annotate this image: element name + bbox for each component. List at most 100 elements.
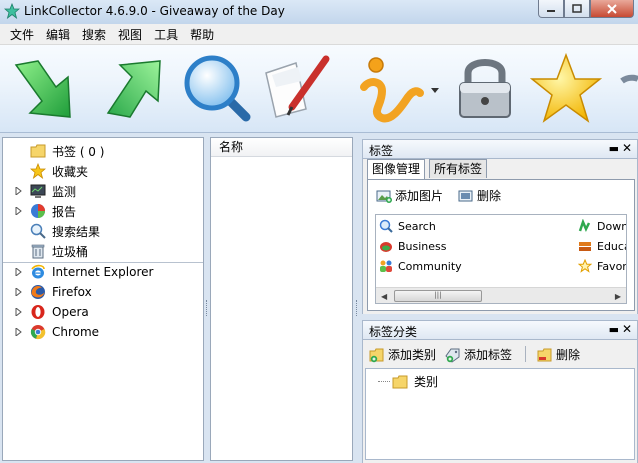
tag-item-education[interactable]: Educa	[578, 239, 626, 253]
tree-item-chrome[interactable]: Chrome	[3, 322, 203, 342]
tree-item-firefox[interactable]: Firefox	[3, 282, 203, 302]
delete-category-label: 删除	[556, 348, 581, 362]
tree-item-label: 监测	[52, 184, 77, 199]
star-outline-icon	[578, 259, 592, 273]
ie-icon	[31, 264, 45, 279]
add-image-button[interactable]: 添加图片	[376, 187, 443, 204]
refresh-icon[interactable]	[612, 51, 638, 127]
delete-image-icon	[458, 190, 473, 201]
tags-panel-title: 标签	[369, 144, 394, 158]
folder-icon	[392, 375, 408, 388]
pie-chart-icon	[31, 204, 45, 218]
tree-item-favorites[interactable]: 收藏夹	[3, 161, 203, 181]
tag-item-search[interactable]: Search	[379, 219, 436, 233]
tree-item-label: Chrome	[52, 325, 100, 339]
tree-item-bookmarks[interactable]: 书签 ( 0 )	[3, 141, 203, 161]
add-tag-button[interactable]: 添加标签	[445, 346, 512, 363]
window-title: LinkCollector 4.6.9.0 - Giveaway of the …	[24, 4, 285, 18]
tags-panel-pin-button[interactable]: ▬	[609, 142, 619, 155]
add-tag-icon	[445, 348, 460, 363]
menu-view[interactable]: 视图	[112, 26, 148, 43]
close-icon	[607, 3, 617, 14]
category-panel-close-button[interactable]: ✕	[622, 322, 632, 336]
toolbar-divider	[525, 346, 526, 362]
tree-item-search-results[interactable]: 搜索结果	[3, 221, 203, 241]
book-icon	[579, 242, 591, 251]
firefox-icon	[31, 285, 45, 299]
dropdown-arrow-icon[interactable]	[430, 87, 440, 95]
expand-arrow-icon[interactable]	[15, 328, 23, 336]
expand-arrow-icon[interactable]	[15, 187, 23, 195]
search-icon	[30, 223, 46, 239]
tree-item-label: Firefox	[52, 285, 92, 299]
delete-category-button[interactable]: 删除	[537, 346, 580, 363]
scroll-left-icon[interactable]: ◀	[381, 292, 387, 301]
monitor-icon	[30, 184, 46, 198]
close-button[interactable]	[590, 0, 634, 18]
tab-all-tags[interactable]: 所有标签	[429, 159, 488, 178]
tag-label: Down	[597, 219, 627, 233]
tag-item-business[interactable]: Business	[379, 239, 447, 253]
tag-item-favorites[interactable]: Favor	[578, 259, 626, 273]
tag-item-community[interactable]: Community	[379, 259, 462, 273]
delete-image-button[interactable]: 删除	[458, 187, 501, 204]
maximize-button[interactable]	[564, 0, 590, 18]
add-image-icon	[376, 190, 392, 203]
tree-item-label: 垃圾桶	[52, 244, 89, 259]
tab-content: 添加图片 删除 Search Business Community Down E…	[367, 179, 635, 311]
edit-pencil-icon[interactable]	[262, 51, 338, 127]
opera-icon	[31, 305, 45, 319]
splitter-left[interactable]	[206, 300, 208, 316]
lock-icon[interactable]	[448, 51, 524, 127]
expand-arrow-icon[interactable]	[15, 288, 23, 296]
minimize-icon	[547, 9, 555, 12]
menu-search[interactable]: 搜索	[76, 26, 112, 43]
tags-panel-close-button[interactable]: ✕	[622, 141, 632, 155]
download-icon	[578, 219, 591, 232]
scroll-right-icon[interactable]: ▶	[615, 292, 621, 301]
category-panel-header: 标签分类 ▬ ✕	[362, 320, 638, 340]
horizontal-scrollbar[interactable]: ◀ ||| ▶	[376, 287, 626, 303]
folder-icon	[30, 144, 46, 158]
menu-help[interactable]: 帮助	[184, 26, 220, 43]
column-header-name[interactable]: 名称	[211, 138, 352, 157]
tree-item-label: 搜索结果	[52, 224, 101, 239]
tree-item-label: Opera	[52, 305, 89, 319]
tags-panel-header: 标签 ▬ ✕	[362, 139, 638, 159]
category-root-node[interactable]: 类别	[392, 373, 438, 390]
menu-tools[interactable]: 工具	[148, 26, 184, 43]
splitter-right[interactable]	[356, 300, 358, 316]
tree-item-trash[interactable]: 垃圾桶	[3, 241, 203, 261]
tree-item-opera[interactable]: Opera	[3, 302, 203, 322]
menu-file[interactable]: 文件	[4, 26, 40, 43]
expand-arrow-icon[interactable]	[15, 308, 23, 316]
menu-edit[interactable]: 编辑	[40, 26, 76, 43]
chrome-icon	[30, 325, 46, 340]
minimize-button[interactable]	[538, 0, 564, 18]
category-root-label: 类别	[414, 375, 439, 389]
tree-item-reports[interactable]: 报告	[3, 201, 203, 221]
search-magnifier-icon[interactable]	[180, 51, 256, 127]
community-icon	[380, 260, 392, 272]
tree-item-monitor[interactable]: 监测	[3, 181, 203, 201]
add-category-icon	[369, 348, 384, 362]
maximize-icon	[572, 4, 582, 13]
app-star-icon	[4, 3, 20, 19]
tag-item-download[interactable]: Down	[578, 219, 627, 233]
info-icon[interactable]	[350, 51, 426, 127]
tag-label: Educa	[597, 239, 626, 253]
category-panel-pin-button[interactable]: ▬	[609, 323, 619, 336]
expand-arrow-icon[interactable]	[15, 268, 23, 276]
add-category-label: 添加类别	[388, 348, 437, 362]
scroll-thumb[interactable]: |||	[394, 290, 482, 302]
tree-item-label: Internet Explorer	[52, 265, 154, 279]
title-bar: LinkCollector 4.6.9.0 - Giveaway of the …	[0, 0, 638, 24]
tags-panel-body: 图像管理 所有标签 添加图片 删除 Search Business Commun…	[362, 159, 638, 314]
add-category-button[interactable]: 添加类别	[369, 346, 436, 363]
star-icon[interactable]	[528, 51, 604, 127]
tab-image-management[interactable]: 图像管理	[367, 159, 426, 179]
tree-item-internet-explorer[interactable]: Internet Explorer	[3, 262, 203, 282]
go-up-arrow-icon[interactable]	[94, 51, 170, 127]
expand-arrow-icon[interactable]	[15, 207, 23, 215]
go-down-arrow-icon[interactable]	[8, 51, 84, 127]
